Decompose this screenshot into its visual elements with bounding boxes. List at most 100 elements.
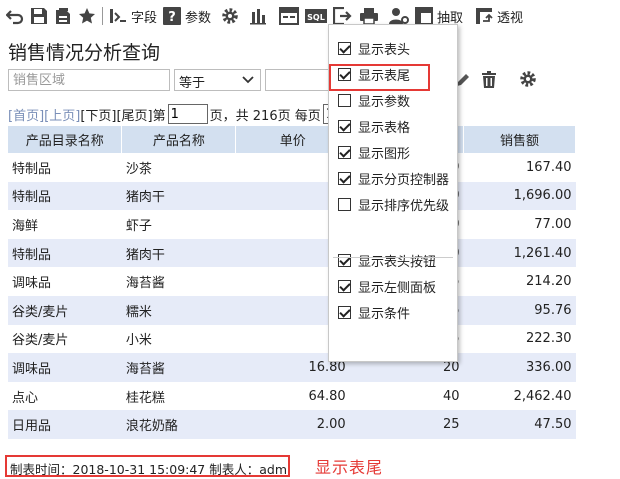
table-cell: 猪肉干 bbox=[121, 238, 236, 268]
settings-button[interactable] bbox=[221, 4, 239, 28]
menu-highlight-box bbox=[329, 64, 430, 91]
gear-icon[interactable] bbox=[519, 70, 537, 88]
page-title: 销售情况分析查询 bbox=[8, 42, 161, 64]
menu-divider bbox=[333, 257, 453, 258]
pager-next-link[interactable]: [下页] bbox=[80, 105, 116, 124]
report-table: 产品目录名称 产品名称 单价 销售额 特制品沙茶189167.40特制品猪肉干4… bbox=[8, 126, 576, 439]
table-row: 谷类/麦片糯米16595.76 bbox=[8, 295, 576, 325]
operator-value: 等于 bbox=[179, 76, 206, 91]
field-button-label: 字段 bbox=[131, 10, 158, 26]
document-icon bbox=[56, 8, 70, 24]
pager-last-link[interactable]: [尾页] bbox=[116, 105, 152, 124]
pager-first-link[interactable]: [首页] bbox=[8, 105, 44, 124]
footer-callout-label: 显示表尾 bbox=[315, 458, 384, 477]
table-cell: 猪肉干 bbox=[121, 181, 236, 211]
param-button[interactable]: ? 参数 bbox=[163, 4, 211, 28]
table-row: 谷类/麦片小米155222.30 bbox=[8, 324, 576, 354]
table-row: 海鲜虾子7077.00 bbox=[8, 210, 576, 239]
menu-item[interactable]: 显示条件 bbox=[329, 299, 457, 325]
table-cell: 沙茶 bbox=[121, 153, 236, 182]
table-cell: 222.30 bbox=[463, 324, 576, 354]
table-cell: 77.00 bbox=[463, 210, 576, 239]
save-button[interactable] bbox=[30, 4, 48, 28]
export-button[interactable] bbox=[54, 4, 72, 28]
menu-item[interactable]: 显示左侧面板 bbox=[329, 273, 457, 299]
table-cell: 小米 bbox=[121, 324, 236, 354]
table-row: 调味品海苔酱165214.20 bbox=[8, 267, 576, 296]
condition-field-input[interactable] bbox=[8, 69, 170, 91]
table-cell: 25 bbox=[349, 410, 464, 439]
table-cell: 特制品 bbox=[8, 153, 122, 182]
menu-item-label: 显示参数 bbox=[358, 94, 411, 110]
table-cell: 海苔酱 bbox=[121, 267, 236, 296]
table-cell: 1,261.40 bbox=[463, 238, 576, 268]
pager: [首页] [上页] [下页] [尾页] 第 页，共 216页 每页 bbox=[8, 104, 343, 124]
menu-item[interactable]: 显示分页控制器 bbox=[329, 165, 457, 191]
table-cell: 调味品 bbox=[8, 353, 122, 382]
favorite-button[interactable] bbox=[78, 4, 96, 28]
layout-button[interactable] bbox=[279, 4, 300, 28]
star-icon bbox=[79, 8, 95, 24]
menu-item[interactable]: 显示排序优先级 bbox=[329, 191, 457, 217]
table-cell: 海苔酱 bbox=[121, 353, 236, 382]
display-options-menu: 显示表头 显示表尾 显示参数 显示表格 显示图形 显示分页控制器 显示排序优先级 显示表头按钮… bbox=[328, 24, 458, 362]
table-cell: 336.00 bbox=[463, 353, 576, 382]
table-cell: 日用品 bbox=[8, 410, 122, 439]
table-cell: 47.50 bbox=[463, 410, 576, 439]
menu-item-checkbox[interactable] bbox=[338, 171, 351, 185]
sql-button[interactable]: SQL bbox=[305, 4, 328, 28]
menu-item-label: 显示条件 bbox=[358, 306, 411, 322]
pivot-button-label: 透视 bbox=[497, 10, 524, 26]
sql-icon-text: SQL bbox=[307, 13, 325, 22]
menu-item-label: 显示表格 bbox=[358, 120, 411, 136]
table-cell: 特制品 bbox=[8, 238, 122, 268]
menu-item-checkbox[interactable] bbox=[338, 145, 351, 159]
layout-icon bbox=[279, 7, 300, 25]
menu-item[interactable]: 显示表头 bbox=[329, 35, 457, 61]
menu-item[interactable]: 显示表格 bbox=[329, 113, 457, 139]
bar-chart-icon bbox=[250, 9, 267, 25]
table-cell: 调味品 bbox=[8, 267, 122, 296]
page-number-input[interactable] bbox=[167, 104, 208, 124]
table-cell: 1,696.00 bbox=[463, 181, 576, 211]
toolbar-divider bbox=[102, 7, 103, 25]
printer-icon bbox=[360, 8, 379, 25]
table-cell: 2.00 bbox=[235, 410, 350, 439]
menu-item-label: 显示左侧面板 bbox=[358, 280, 437, 296]
sql-icon: SQL bbox=[305, 9, 328, 23]
menu-item-label: 显示图形 bbox=[358, 146, 411, 162]
help-icon: ? bbox=[163, 7, 182, 25]
menu-item-label: 显示排序优先级 bbox=[358, 198, 450, 214]
menu-item[interactable]: 显示图形 bbox=[329, 139, 457, 165]
table-cell: 40 bbox=[349, 381, 464, 411]
column-header[interactable]: 产品名称 bbox=[121, 126, 237, 153]
pivot-button[interactable]: 透视 bbox=[475, 4, 523, 28]
param-button-label: 参数 bbox=[185, 10, 212, 26]
table-header-row: 产品目录名称 产品名称 单价 销售额 bbox=[8, 126, 576, 153]
pager-prev-link[interactable]: [上页] bbox=[44, 105, 80, 124]
table-cell: 特制品 bbox=[8, 181, 122, 211]
condition-value-input[interactable] bbox=[265, 69, 335, 91]
save-icon bbox=[31, 8, 47, 24]
undo-icon bbox=[6, 10, 24, 25]
field-button[interactable]: 字段 bbox=[109, 4, 157, 28]
table-footer: 制表时间：2018-10-31 15:09:47 制表人：admin bbox=[5, 455, 290, 477]
trash-icon[interactable] bbox=[481, 71, 497, 89]
operator-select[interactable]: 等于 bbox=[174, 69, 261, 91]
table-cell: 95.76 bbox=[463, 295, 576, 325]
menu-item-checkbox[interactable] bbox=[338, 119, 351, 133]
column-header[interactable]: 产品目录名称 bbox=[8, 126, 123, 153]
table-cell: 谷类/麦片 bbox=[8, 324, 122, 354]
menu-item-checkbox[interactable] bbox=[338, 41, 351, 55]
menu-item[interactable]: 显示表头按钮 bbox=[329, 247, 457, 273]
menu-item-checkbox[interactable] bbox=[338, 253, 351, 267]
menu-item-checkbox[interactable] bbox=[338, 197, 351, 211]
column-header[interactable]: 销售额 bbox=[463, 126, 576, 153]
chart-button[interactable] bbox=[249, 4, 267, 28]
menu-item-label: 显示表头按钮 bbox=[358, 254, 437, 270]
undo-button[interactable] bbox=[6, 4, 24, 28]
pager-page-prefix: 第 bbox=[152, 108, 166, 124]
menu-item-checkbox[interactable] bbox=[338, 279, 351, 293]
menu-item-checkbox[interactable] bbox=[338, 305, 351, 319]
menu-item-checkbox[interactable] bbox=[338, 93, 351, 107]
